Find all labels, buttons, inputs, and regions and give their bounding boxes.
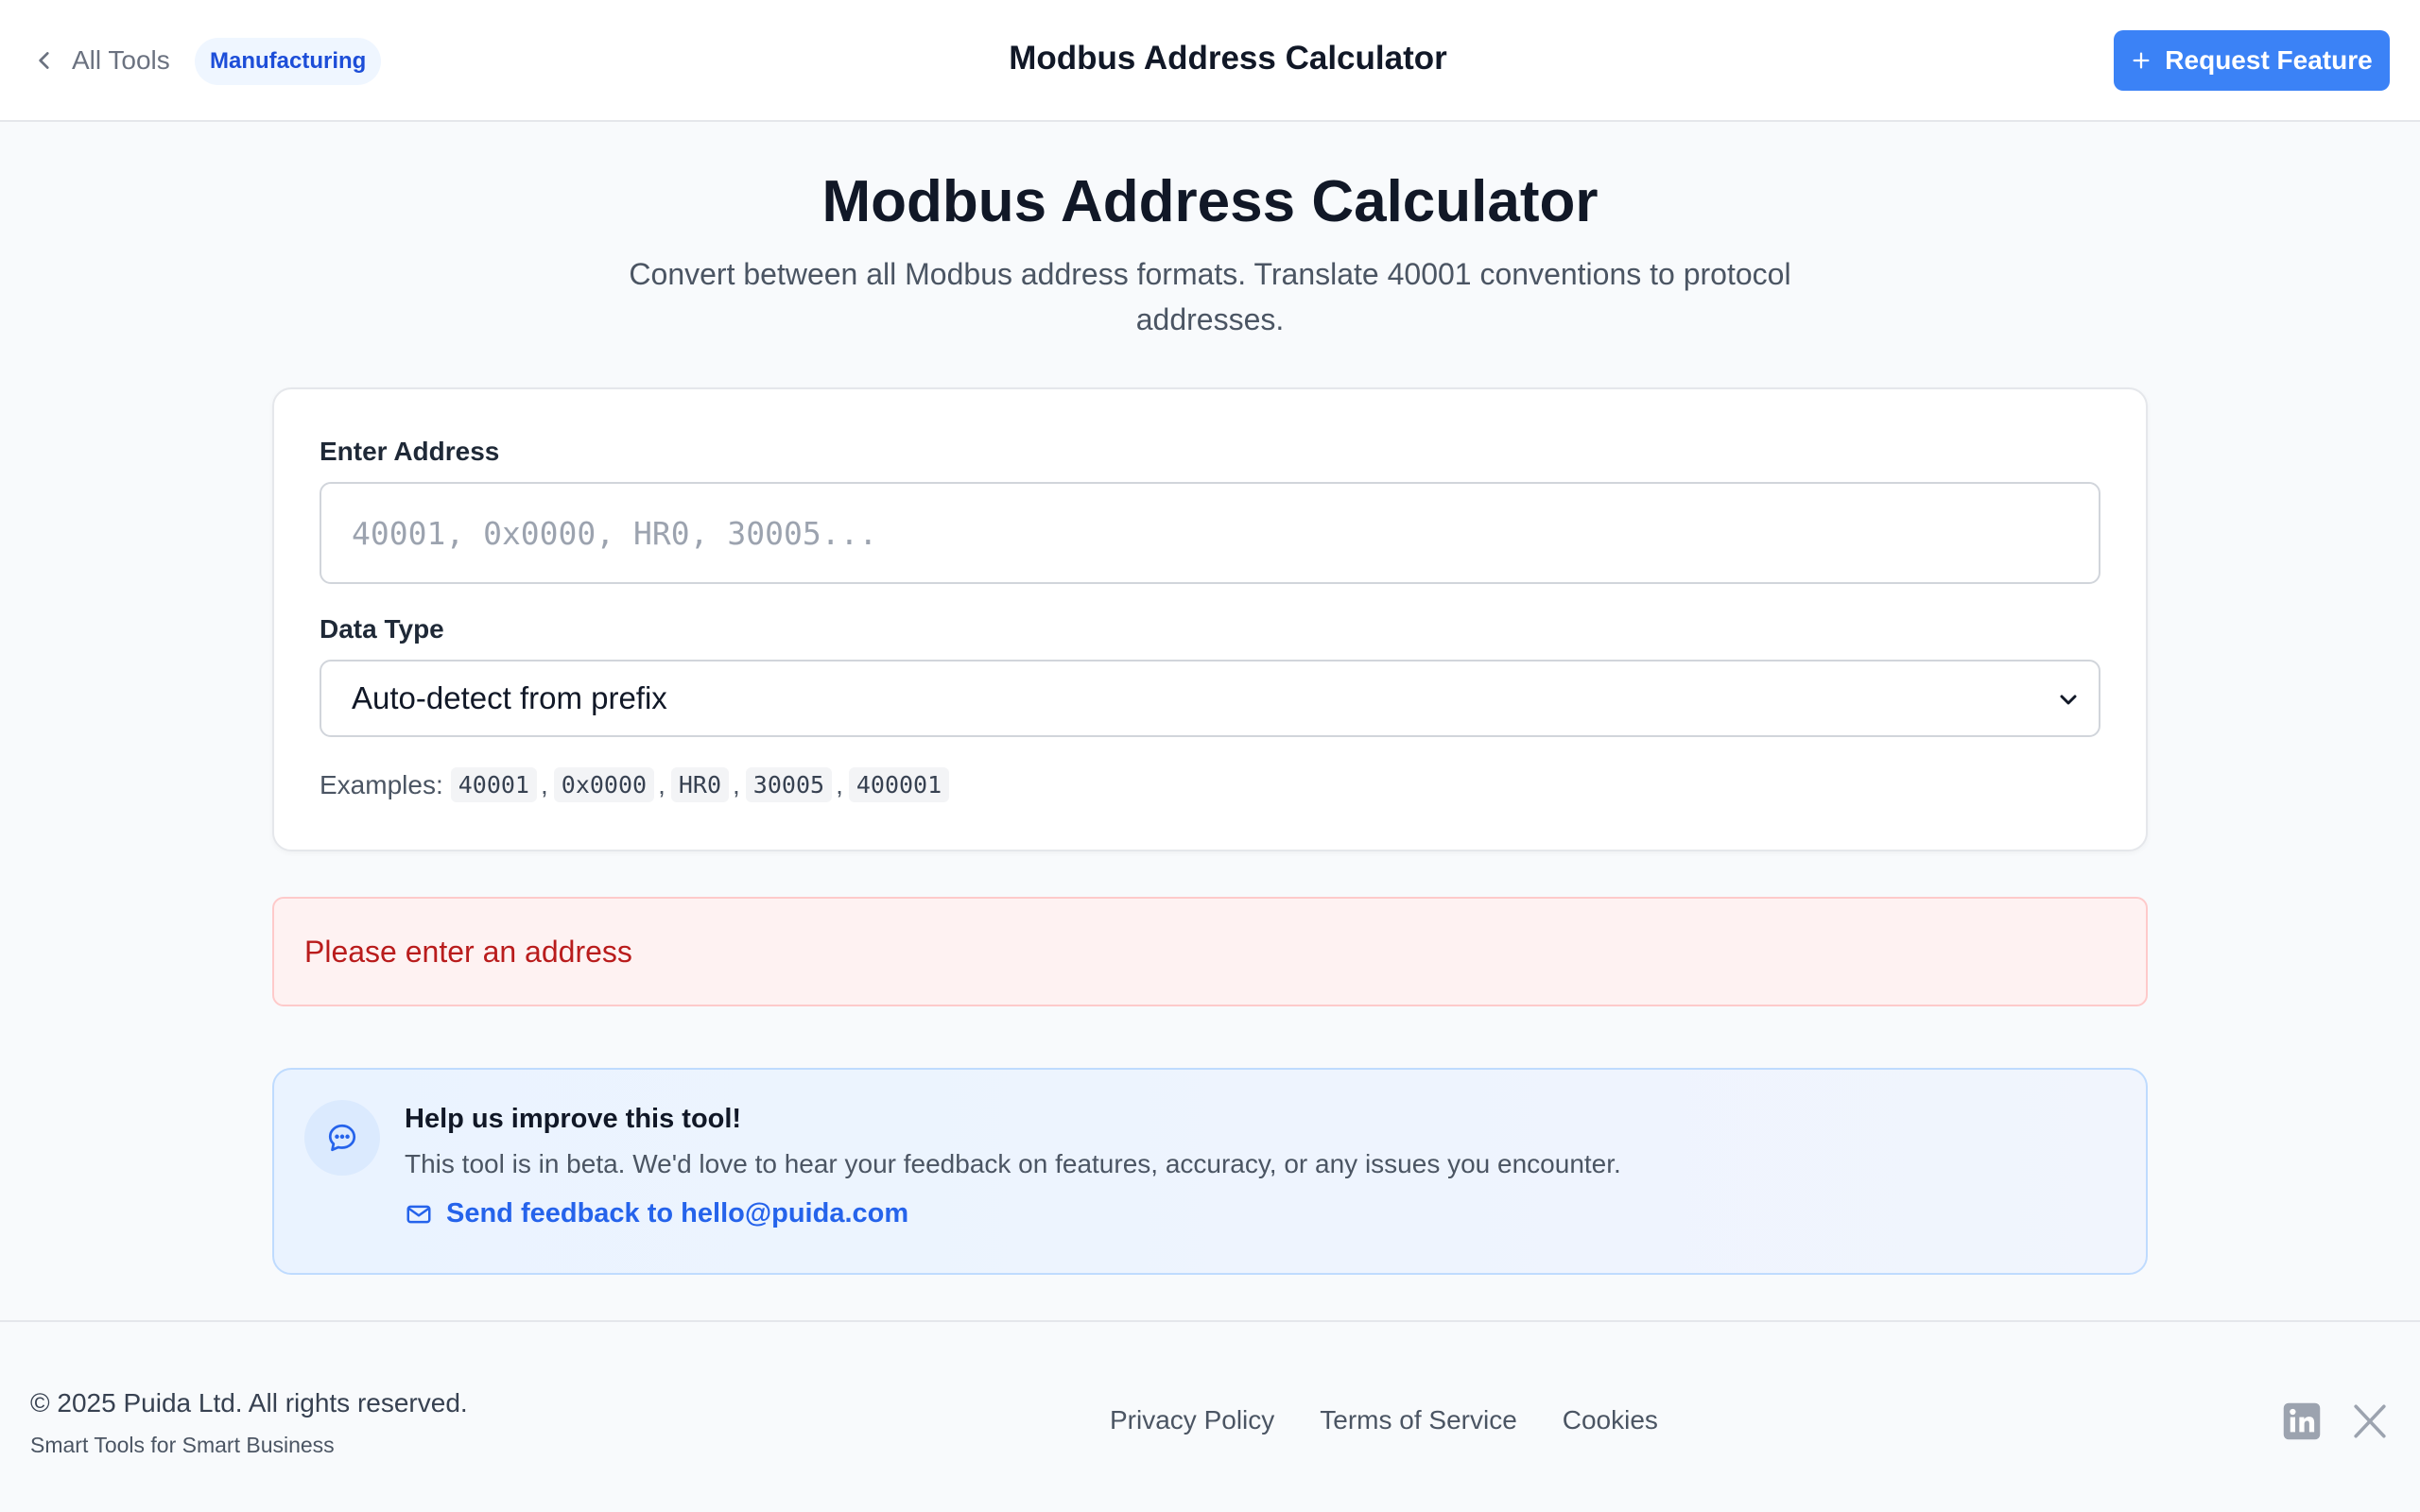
feedback-title: Help us improve this tool! <box>405 1104 742 1134</box>
footer-tagline: Smart Tools for Smart Business <box>30 1433 335 1457</box>
plus-icon <box>2133 52 2150 69</box>
send-feedback-label: Send feedback to hello@puida.com <box>446 1198 909 1228</box>
example-chip[interactable]: 0x0000 <box>553 767 655 802</box>
data-type-select[interactable]: Auto-detect from prefix <box>320 660 2100 737</box>
example-chip[interactable]: 400001 <box>848 767 950 802</box>
calculator-card: Enter Address Data Type Auto-detect from… <box>272 387 2148 851</box>
page-subtitle: Convert between all Modbus address forma… <box>629 257 1791 336</box>
send-feedback-link[interactable]: Send feedback to hello@puida.com <box>405 1198 908 1229</box>
linkedin-icon <box>2283 1402 2321 1440</box>
mail-icon <box>406 1205 431 1223</box>
linkedin-link[interactable] <box>2282 1401 2322 1441</box>
chevron-down-icon <box>2060 695 2077 705</box>
example-separator: , <box>540 769 548 799</box>
privacy-policy-link[interactable]: Privacy Policy <box>1110 1405 1274 1435</box>
example-chip[interactable]: 40001 <box>450 767 537 802</box>
error-message: Please enter an address <box>304 934 632 969</box>
cookies-link[interactable]: Cookies <box>1563 1405 1658 1435</box>
examples-row: Examples: 40001, 0x0000, HR0, 30005, 400… <box>320 767 950 802</box>
examples-label: Examples: <box>320 769 443 799</box>
example-chip[interactable]: 30005 <box>745 767 833 802</box>
footer-copyright: © 2025 Puida Ltd. All rights reserved. <box>30 1388 468 1418</box>
request-feature-button[interactable]: Request Feature <box>2114 30 2390 91</box>
page-title: Modbus Address Calculator <box>821 169 1599 234</box>
page-footer: © 2025 Puida Ltd. All rights reserved. S… <box>0 1320 2420 1512</box>
address-label: Enter Address <box>320 437 500 466</box>
chat-bubble-icon <box>328 1124 356 1152</box>
feedback-text: This tool is in beta. We'd love to hear … <box>405 1149 1621 1178</box>
header-title: Modbus Address Calculator <box>1009 40 1447 77</box>
footer-links: Privacy Policy Terms of Service Cookies <box>1110 1405 1658 1435</box>
example-separator: , <box>733 769 740 799</box>
x-social-link[interactable] <box>2350 1401 2390 1441</box>
address-input[interactable] <box>320 482 2100 584</box>
example-chip[interactable]: HR0 <box>670 767 730 802</box>
feedback-icon-badge <box>304 1100 380 1176</box>
request-feature-label: Request Feature <box>2165 45 2373 75</box>
error-alert: Please enter an address <box>272 897 2148 1006</box>
terms-of-service-link[interactable]: Terms of Service <box>1320 1405 1517 1435</box>
example-separator: , <box>658 769 666 799</box>
data-type-label: Data Type <box>320 614 444 644</box>
x-logo-icon <box>2354 1404 2386 1438</box>
example-separator: , <box>836 769 843 799</box>
data-type-selected-value: Auto-detect from prefix <box>352 680 667 715</box>
top-header: All Tools Manufacturing Modbus Address C… <box>0 0 2420 122</box>
feedback-panel: Help us improve this tool! This tool is … <box>272 1068 2148 1275</box>
